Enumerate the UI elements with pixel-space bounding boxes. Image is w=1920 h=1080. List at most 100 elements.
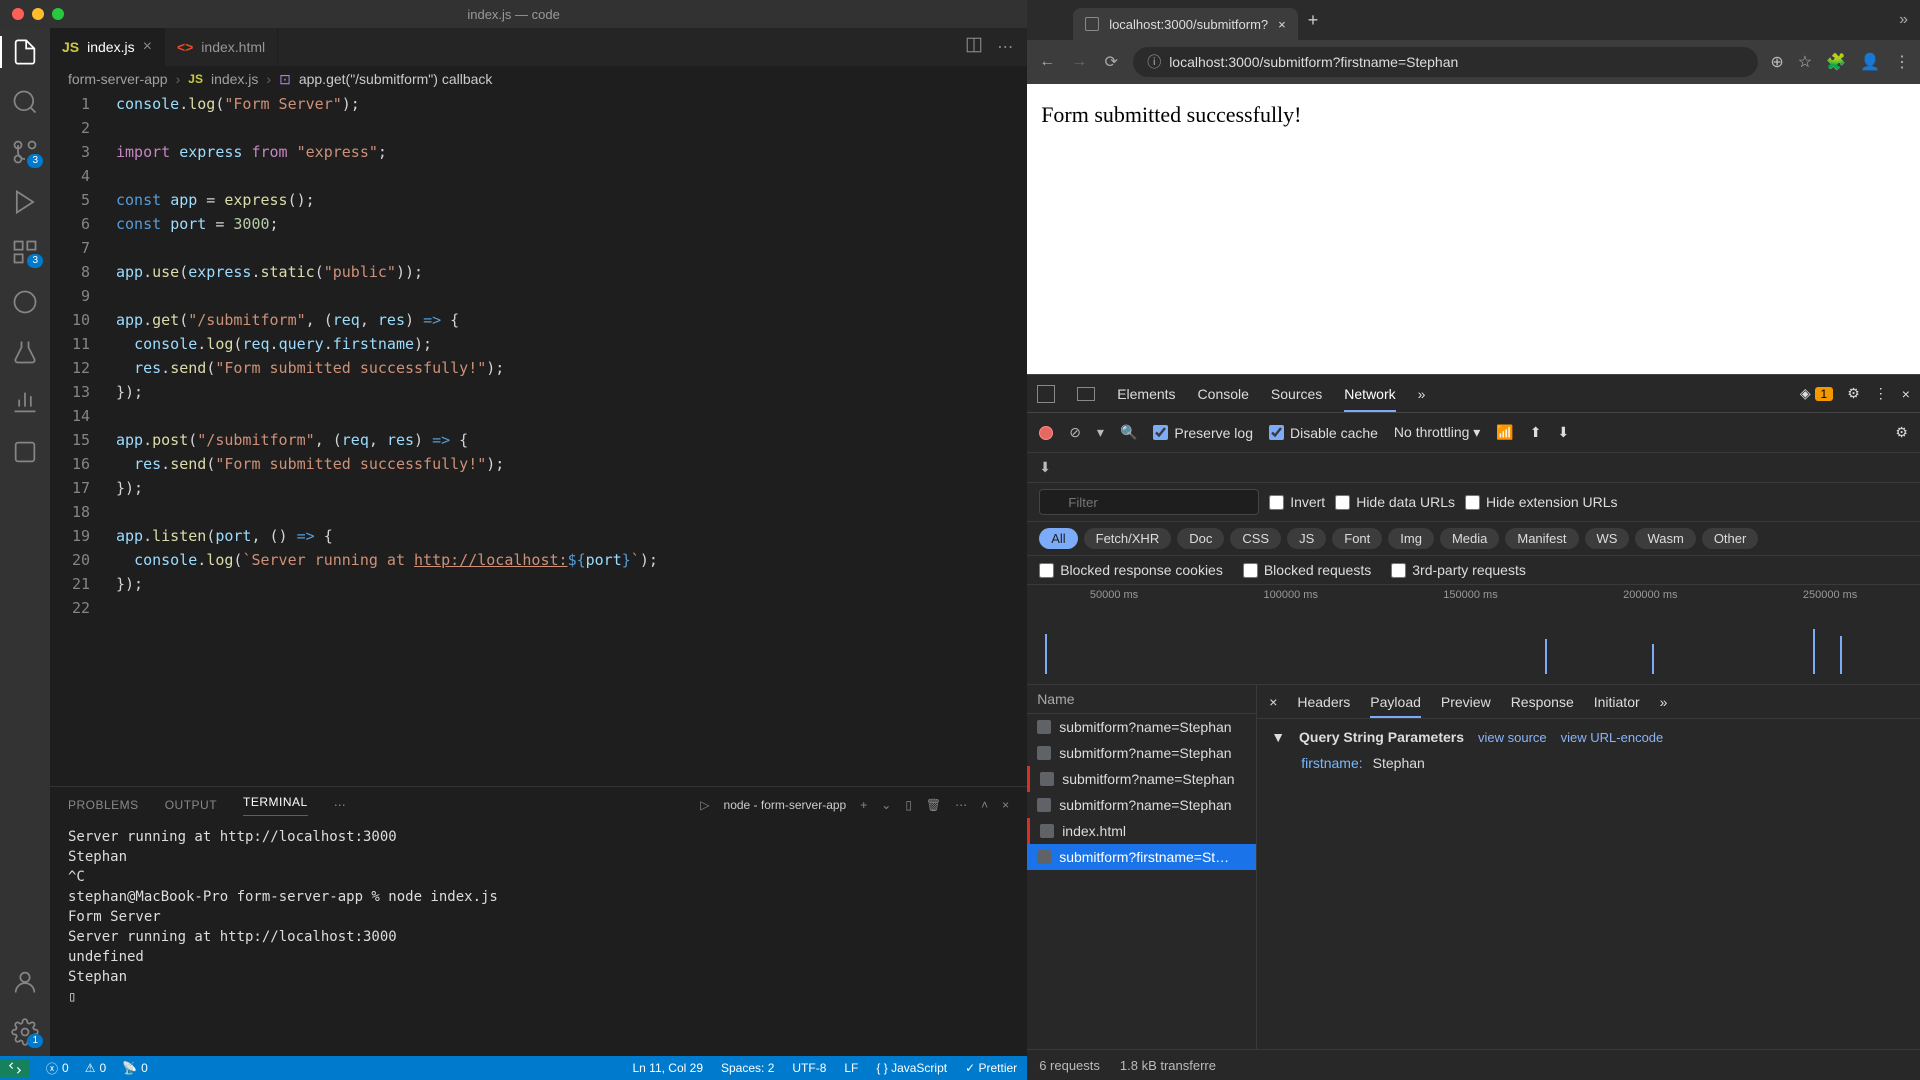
window-close-icon[interactable] bbox=[12, 8, 24, 20]
panel-tab-problems[interactable]: PROBLEMS bbox=[68, 798, 139, 812]
chevron-up-icon[interactable]: ˄ bbox=[981, 798, 988, 812]
request-row[interactable]: submitform?firstname=St… bbox=[1027, 844, 1256, 870]
request-list-header[interactable]: Name bbox=[1027, 685, 1256, 714]
devtools-tab-elements[interactable]: Elements bbox=[1117, 386, 1175, 402]
view-source-link[interactable]: view source bbox=[1478, 730, 1547, 745]
extensions-icon[interactable]: 3 bbox=[11, 238, 39, 266]
profile-icon[interactable]: 👤 bbox=[1860, 52, 1880, 72]
more-icon[interactable]: ⋯ bbox=[955, 798, 967, 812]
new-tab-button[interactable]: + bbox=[1308, 10, 1319, 31]
thirdparty-checkbox[interactable]: 3rd-party requests bbox=[1391, 562, 1526, 578]
close-icon[interactable]: × bbox=[1278, 17, 1286, 32]
expand-icon[interactable]: ▼ bbox=[1271, 729, 1285, 745]
type-chip-doc[interactable]: Doc bbox=[1177, 528, 1224, 549]
inspect-icon[interactable] bbox=[1037, 385, 1055, 403]
testing-icon[interactable] bbox=[11, 338, 39, 366]
add-terminal-icon[interactable]: + bbox=[860, 798, 867, 812]
database-icon[interactable] bbox=[11, 438, 39, 466]
filter-input[interactable] bbox=[1039, 489, 1259, 515]
type-chip-ws[interactable]: WS bbox=[1585, 528, 1630, 549]
view-urlencoded-link[interactable]: view URL-encode bbox=[1561, 730, 1664, 745]
invert-checkbox[interactable]: Invert bbox=[1269, 494, 1325, 510]
remote-indicator[interactable] bbox=[0, 1059, 30, 1077]
issues-badge[interactable]: ◈ 1 bbox=[1800, 385, 1833, 402]
breadcrumb[interactable]: form-server-app › JS index.js › ⊡ app.ge… bbox=[50, 66, 1027, 92]
wifi-icon[interactable]: 📶 bbox=[1496, 424, 1513, 441]
chevron-icon[interactable]: » bbox=[1899, 11, 1908, 29]
request-row[interactable]: index.html bbox=[1027, 818, 1256, 844]
throttling-select[interactable]: No throttling ▾ bbox=[1394, 424, 1480, 441]
more-icon[interactable]: ⋮ bbox=[1874, 385, 1888, 402]
search-icon[interactable]: 🔍 bbox=[1120, 424, 1137, 441]
type-chip-img[interactable]: Img bbox=[1388, 528, 1434, 549]
editor-tab-index-html[interactable]: <> index.html bbox=[165, 28, 278, 66]
clear-button[interactable]: ⊘ bbox=[1069, 424, 1081, 441]
devtools-tab-network[interactable]: Network bbox=[1344, 386, 1395, 412]
type-chip-js[interactable]: JS bbox=[1287, 528, 1326, 549]
hide-extension-urls-checkbox[interactable]: Hide extension URLs bbox=[1465, 494, 1618, 510]
split-editor-icon[interactable] bbox=[965, 36, 983, 59]
request-row[interactable]: submitform?name=Stephan bbox=[1027, 740, 1256, 766]
window-maximize-icon[interactable] bbox=[52, 8, 64, 20]
explorer-icon[interactable] bbox=[11, 38, 39, 66]
type-chip-fetch/xhr[interactable]: Fetch/XHR bbox=[1084, 528, 1172, 549]
status-cursor[interactable]: Ln 11, Col 29 bbox=[633, 1061, 704, 1075]
status-encoding[interactable]: UTF-8 bbox=[792, 1061, 826, 1075]
disable-cache-checkbox[interactable]: Disable cache bbox=[1269, 425, 1378, 441]
download-icon[interactable]: ⬇ bbox=[1558, 424, 1570, 441]
upload-icon[interactable]: ⬆ bbox=[1530, 424, 1542, 441]
browser-tab[interactable]: localhost:3000/submitform? × bbox=[1073, 8, 1298, 40]
status-warnings[interactable]: ⚠ 0 bbox=[85, 1061, 106, 1075]
status-eol[interactable]: LF bbox=[844, 1061, 858, 1075]
editor-tab-index-js[interactable]: JS index.js × bbox=[50, 28, 165, 66]
detail-tab-payload[interactable]: Payload bbox=[1370, 694, 1421, 718]
type-chip-css[interactable]: CSS bbox=[1230, 528, 1281, 549]
more-tabs-icon[interactable]: » bbox=[1660, 694, 1668, 710]
reload-button[interactable]: ⟳ bbox=[1101, 52, 1121, 72]
devtools-tab-sources[interactable]: Sources bbox=[1271, 386, 1322, 402]
close-icon[interactable]: × bbox=[143, 38, 152, 56]
filter-toggle-icon[interactable]: ▾ bbox=[1097, 424, 1104, 441]
close-panel-icon[interactable]: × bbox=[1002, 798, 1009, 812]
detail-tab-response[interactable]: Response bbox=[1511, 694, 1574, 710]
account-icon[interactable] bbox=[11, 968, 39, 996]
status-prettier[interactable]: ✓ Prettier bbox=[965, 1061, 1017, 1075]
type-chip-manifest[interactable]: Manifest bbox=[1505, 528, 1578, 549]
request-row[interactable]: submitform?name=Stephan bbox=[1027, 766, 1256, 792]
settings-gear-icon[interactable]: ⚙ bbox=[1847, 385, 1860, 402]
more-icon[interactable]: ⋯ bbox=[334, 798, 346, 812]
code-editor[interactable]: 12345678910111213141516171819202122 cons… bbox=[50, 92, 1027, 786]
menu-icon[interactable]: ⋮ bbox=[1894, 52, 1910, 72]
hide-data-urls-checkbox[interactable]: Hide data URLs bbox=[1335, 494, 1455, 510]
debug-icon[interactable]: ▷ bbox=[700, 798, 709, 812]
remote-icon[interactable] bbox=[11, 288, 39, 316]
zoom-icon[interactable]: ⊕ bbox=[1770, 52, 1783, 72]
request-row[interactable]: submitform?name=Stephan bbox=[1027, 714, 1256, 740]
close-devtools-icon[interactable]: × bbox=[1902, 386, 1910, 402]
more-icon[interactable]: ⋯ bbox=[997, 37, 1013, 57]
detail-tab-headers[interactable]: Headers bbox=[1297, 694, 1350, 710]
devtools-tab-console[interactable]: Console bbox=[1198, 386, 1249, 402]
type-chip-all[interactable]: All bbox=[1039, 528, 1077, 549]
preserve-log-checkbox[interactable]: Preserve log bbox=[1153, 425, 1253, 441]
device-toggle-icon[interactable] bbox=[1077, 387, 1095, 401]
status-lang[interactable]: { } JavaScript bbox=[876, 1061, 947, 1075]
more-tabs-icon[interactable]: » bbox=[1418, 386, 1426, 402]
type-chip-media[interactable]: Media bbox=[1440, 528, 1499, 549]
request-row[interactable]: submitform?name=Stephan bbox=[1027, 792, 1256, 818]
window-minimize-icon[interactable] bbox=[32, 8, 44, 20]
bookmark-icon[interactable]: ☆ bbox=[1798, 52, 1812, 72]
type-chip-other[interactable]: Other bbox=[1702, 528, 1759, 549]
chevron-down-icon[interactable]: ⌄ bbox=[881, 798, 891, 812]
search-icon[interactable] bbox=[11, 88, 39, 116]
network-settings-icon[interactable]: ⚙ bbox=[1895, 424, 1908, 441]
network-timeline[interactable]: 50000 ms100000 ms150000 ms200000 ms25000… bbox=[1027, 585, 1920, 685]
record-button[interactable] bbox=[1039, 426, 1053, 440]
type-chip-font[interactable]: Font bbox=[1332, 528, 1382, 549]
settings-gear-icon[interactable]: 1 bbox=[11, 1018, 39, 1046]
graph-icon[interactable] bbox=[11, 388, 39, 416]
status-errors[interactable]: ⓧ 0 bbox=[46, 1060, 69, 1077]
blocked-requests-checkbox[interactable]: Blocked requests bbox=[1243, 562, 1371, 578]
back-button[interactable]: ← bbox=[1037, 53, 1057, 71]
blocked-cookies-checkbox[interactable]: Blocked response cookies bbox=[1039, 562, 1223, 578]
